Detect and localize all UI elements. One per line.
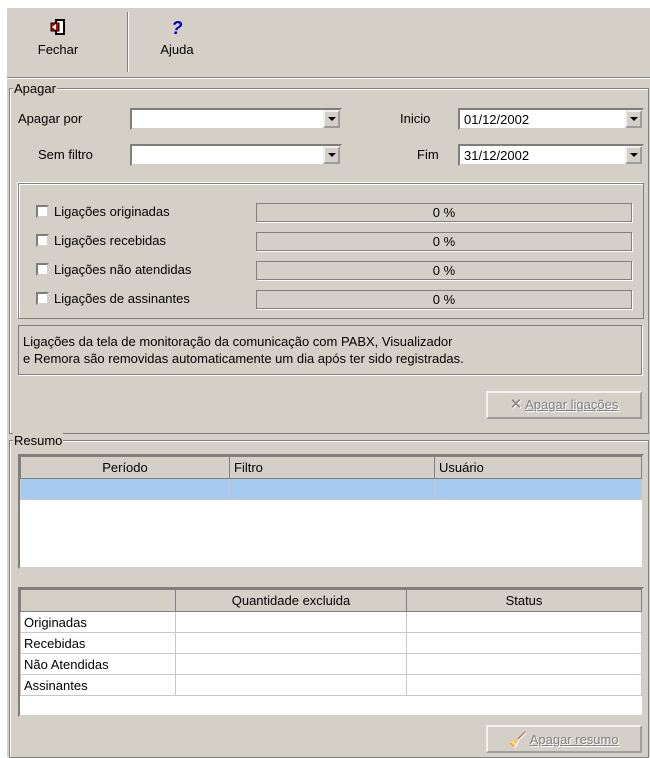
sem-filtro-label: Sem filtro bbox=[38, 147, 93, 162]
recebidas-checkbox-label[interactable]: Ligações recebidas bbox=[54, 232, 166, 250]
row-label-originadas: Originadas bbox=[20, 611, 176, 633]
recebidas-progress-text: 0 % bbox=[432, 234, 456, 249]
window: Fechar ? Ajuda Apagar Apagar por Sem fil… bbox=[0, 0, 650, 758]
row-label-nao-atendidas: Não Atendidas bbox=[20, 653, 176, 675]
assinantes-progress-bar: 0 % bbox=[256, 290, 632, 309]
chevron-down-icon[interactable] bbox=[323, 146, 340, 164]
chevron-down-icon[interactable] bbox=[625, 110, 642, 128]
apagar-por-select[interactable] bbox=[130, 108, 342, 130]
originadas-checkbox-label[interactable]: Ligações originadas bbox=[54, 203, 170, 221]
details-column-quantidade[interactable]: Quantidade excluida bbox=[175, 589, 407, 612]
exit-door-icon bbox=[21, 18, 95, 38]
close-label: Fechar bbox=[37, 42, 79, 57]
nao-atendidas-progress-bar: 0 % bbox=[256, 261, 632, 280]
resumo-table: Período Filtro Usuário bbox=[20, 456, 642, 500]
apagar-ligacoes-button[interactable]: ✕ Apagar ligações bbox=[486, 391, 642, 419]
inicio-label: Inicio bbox=[400, 111, 431, 126]
close-icon: ✕ bbox=[509, 396, 523, 413]
fim-date-picker[interactable]: 31/12/2002 bbox=[458, 144, 644, 166]
chevron-down-icon[interactable] bbox=[625, 146, 642, 164]
apagar-group: Apagar Apagar por Sem filtro Inicio 01/1… bbox=[9, 81, 649, 434]
question-mark-icon: ? bbox=[171, 18, 183, 38]
details-table: Quantidade excluida Status Originadas Re… bbox=[20, 589, 642, 696]
resumo-group-title: Resumo bbox=[13, 433, 64, 448]
resumo-header-row: Período Filtro Usuário bbox=[20, 456, 642, 479]
apagar-por-label: Apagar por bbox=[18, 111, 83, 126]
nao-atendidas-progress-text: 0 % bbox=[432, 263, 456, 278]
help-label: Ajuda bbox=[160, 42, 194, 57]
chevron-down-icon[interactable] bbox=[323, 110, 340, 128]
details-column-blank bbox=[20, 589, 176, 612]
recebidas-checkbox[interactable] bbox=[36, 234, 49, 247]
table-row[interactable] bbox=[20, 478, 642, 500]
originadas-checkbox[interactable] bbox=[36, 205, 49, 218]
column-usuario[interactable]: Usuário bbox=[434, 456, 642, 479]
recebidas-progress-bar: 0 % bbox=[256, 232, 632, 251]
toolbar-divider bbox=[7, 77, 650, 79]
table-row[interactable]: Não Atendidas bbox=[20, 653, 642, 675]
originadas-progress-bar: 0 % bbox=[256, 203, 632, 222]
apagar-resumo-button[interactable]: 🧹 Apagar resumo bbox=[486, 725, 642, 753]
apagar-group-title: Apagar bbox=[13, 81, 57, 96]
table-row[interactable]: Assinantes bbox=[20, 674, 642, 696]
row-label-assinantes: Assinantes bbox=[20, 674, 176, 696]
apagar-resumo-label: Apagar resumo bbox=[529, 732, 619, 747]
dialog-body: Fechar ? Ajuda Apagar Apagar por Sem fil… bbox=[7, 8, 650, 758]
table-row[interactable]: Recebidas bbox=[20, 632, 642, 654]
assinantes-checkbox[interactable] bbox=[36, 292, 49, 305]
info-note-line-1: Ligações da tela de monitoração da comun… bbox=[23, 334, 453, 349]
column-filtro[interactable]: Filtro bbox=[229, 456, 435, 479]
details-column-status[interactable]: Status bbox=[406, 589, 642, 612]
details-header-row: Quantidade excluida Status bbox=[20, 589, 642, 612]
resumo-group: Resumo Período Filtro Usuário Quantidade… bbox=[9, 433, 649, 758]
row-label-recebidas: Recebidas bbox=[20, 632, 176, 654]
toolbar-separator bbox=[127, 12, 129, 72]
fim-value: 31/12/2002 bbox=[464, 148, 530, 163]
sem-filtro-select[interactable] bbox=[130, 144, 342, 166]
originadas-progress-text: 0 % bbox=[432, 205, 456, 220]
fim-label: Fim bbox=[417, 147, 439, 162]
inicio-date-picker[interactable]: 01/12/2002 bbox=[458, 108, 644, 130]
inicio-value: 01/12/2002 bbox=[464, 112, 530, 127]
broom-icon: 🧹 bbox=[509, 731, 527, 747]
close-button[interactable]: Fechar bbox=[21, 8, 95, 74]
column-periodo[interactable]: Período bbox=[20, 456, 230, 479]
assinantes-progress-text: 0 % bbox=[432, 292, 456, 307]
info-note-line-2: e Remora são removidas automaticamente u… bbox=[23, 351, 464, 366]
nao-atendidas-checkbox-label[interactable]: Ligações não atendidas bbox=[54, 261, 191, 279]
apagar-ligacoes-label: Apagar ligações bbox=[525, 397, 619, 412]
help-button[interactable]: ? Ajuda bbox=[147, 8, 207, 74]
assinantes-checkbox-label[interactable]: Ligações de assinantes bbox=[54, 290, 190, 308]
table-row[interactable]: Originadas bbox=[20, 611, 642, 633]
nao-atendidas-checkbox[interactable] bbox=[36, 263, 49, 276]
info-note: Ligações da tela de monitoração da comun… bbox=[18, 325, 642, 375]
